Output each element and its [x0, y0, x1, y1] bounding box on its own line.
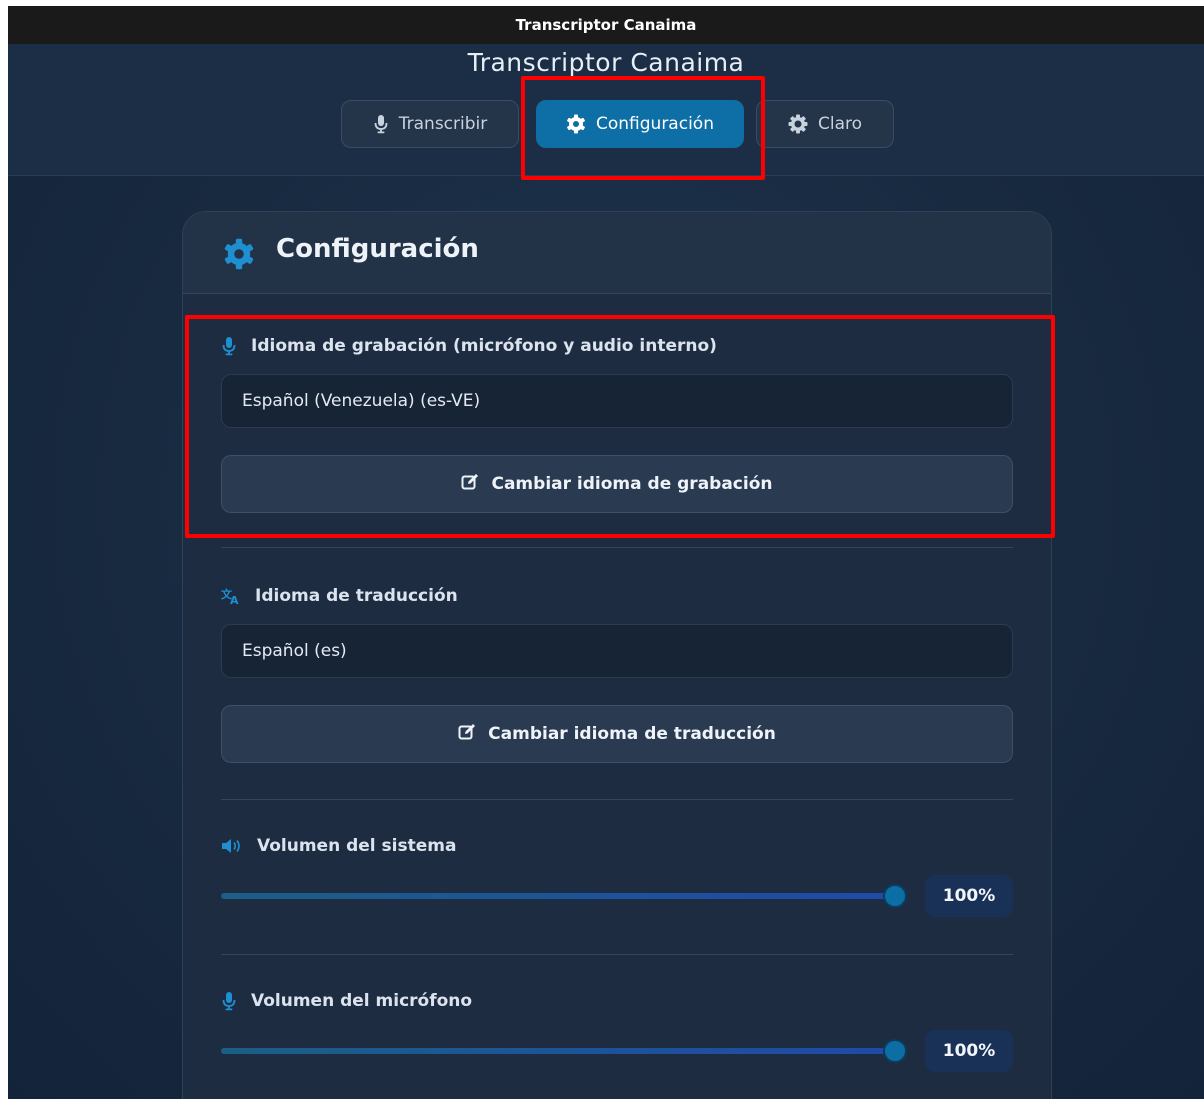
system-volume-label: Volumen del sistema [221, 836, 456, 856]
svg-text:A: A [230, 594, 239, 605]
settings-card: Configuración Idioma de grabación (micró… [182, 211, 1052, 1099]
speaker-icon [221, 837, 243, 855]
tab-claro-label: Claro [817, 114, 863, 134]
microphone-icon [221, 991, 237, 1011]
recording-language-value-text: Español (Venezuela) (es-VE) [242, 391, 481, 411]
mic-volume-value-text: 100% [942, 1041, 996, 1061]
recording-language-label: Idioma de grabación (micrófono y audio i… [221, 336, 717, 356]
gear-icon [223, 238, 255, 274]
translation-language-value: Español (es) [221, 624, 1013, 678]
system-volume-value-text: 100% [942, 886, 996, 906]
tab-configuracion-label: Configuración [596, 114, 714, 134]
change-translation-language-button[interactable]: Cambiar idioma de traducción [221, 705, 1013, 763]
window-title: Transcriptor Canaima [515, 16, 697, 34]
gear-icon [566, 114, 586, 134]
change-recording-language-label: Cambiar idioma de grabación [491, 474, 773, 494]
translate-icon: 文 A [221, 587, 241, 605]
system-volume-label-text: Volumen del sistema [257, 836, 457, 856]
translation-language-label: 文 A Idioma de traducción [221, 586, 458, 606]
system-volume-slider[interactable] [221, 893, 895, 899]
mic-volume-label-text: Volumen del micrófono [251, 991, 473, 1011]
recording-language-label-text: Idioma de grabación (micrófono y audio i… [251, 336, 717, 356]
translation-language-label-text: Idioma de traducción [255, 586, 458, 606]
sun-gear-icon [788, 114, 808, 134]
window-titlebar: Transcriptor Canaima [8, 6, 1204, 44]
tab-claro[interactable]: Claro [756, 100, 894, 148]
section-divider [221, 547, 1013, 548]
microphone-icon [373, 114, 389, 134]
microphone-icon [221, 336, 237, 356]
translation-language-value-text: Español (es) [242, 641, 347, 661]
change-recording-language-button[interactable]: Cambiar idioma de grabación [221, 455, 1013, 513]
tab-configuracion[interactable]: Configuración [536, 100, 744, 148]
tab-transcribir[interactable]: Transcribir [341, 100, 519, 148]
app-title: Transcriptor Canaima [467, 48, 745, 77]
app-header: Transcriptor Canaima Transcribir Configu… [8, 44, 1204, 176]
app-window: Transcriptor Canaima Transcriptor Canaim… [8, 6, 1204, 1099]
recording-language-value: Español (Venezuela) (es-VE) [221, 374, 1013, 428]
mic-volume-label: Volumen del micrófono [221, 991, 472, 1011]
section-divider [221, 799, 1013, 800]
mic-volume-thumb[interactable] [883, 1039, 907, 1063]
settings-card-header: Configuración [183, 212, 1051, 294]
mic-volume-slider[interactable] [221, 1048, 895, 1054]
system-volume-value: 100% [925, 875, 1013, 917]
tab-transcribir-label: Transcribir [398, 114, 488, 134]
edit-icon [461, 473, 479, 496]
section-divider [221, 954, 1013, 955]
edit-icon [458, 723, 476, 746]
system-volume-thumb[interactable] [883, 884, 907, 908]
mic-volume-value: 100% [925, 1030, 1013, 1072]
settings-title: Configuración [276, 234, 479, 264]
change-translation-language-label: Cambiar idioma de traducción [488, 724, 776, 744]
